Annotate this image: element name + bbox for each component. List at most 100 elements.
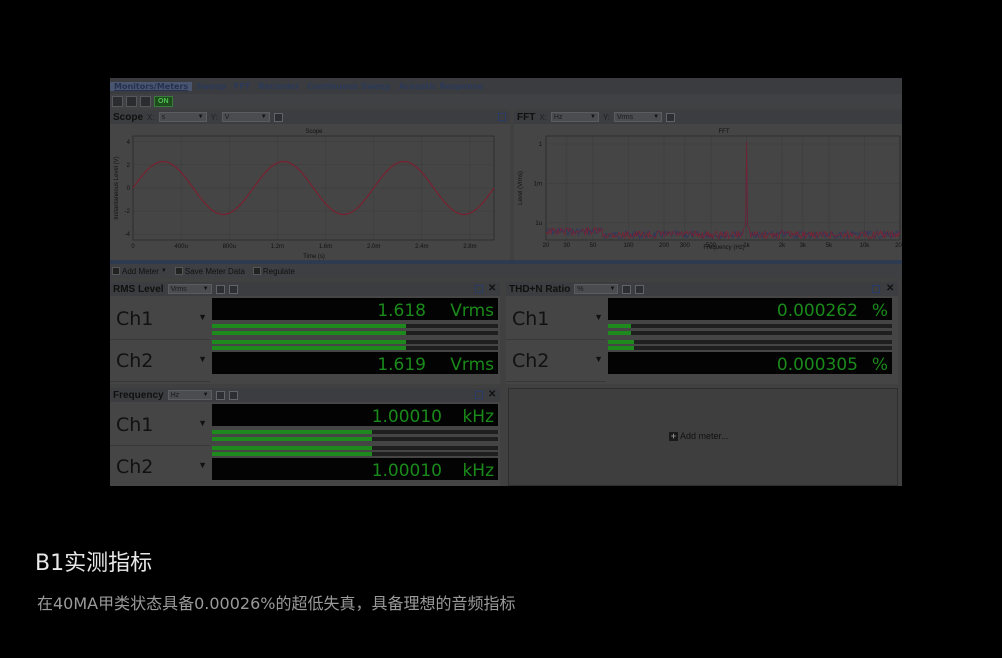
tab-recorder[interactable]: Recorder — [254, 82, 303, 91]
chevron-down-icon: ▼ — [260, 114, 267, 120]
close-icon[interactable]: ✕ — [488, 283, 496, 294]
thdn-ratio-meter: THD+N Ratio % ▼ ✕ Ch1 ▼ 0.000262% Ch2 ▼ 0.0… — [506, 282, 898, 384]
on-toggle-button[interactable]: ON — [154, 95, 173, 107]
popout-icon[interactable] — [872, 285, 880, 293]
chevron-down-icon: ▼ — [594, 354, 603, 364]
thdn-ch1-bar-peak — [608, 331, 892, 335]
fft-x-tick-label: 200 — [659, 243, 670, 249]
fft-x-tick-label: 20k — [895, 243, 902, 249]
fft-y-tick-label: 1m — [534, 181, 542, 187]
rms-ch1-channel-select[interactable]: Ch1 ▼ — [110, 298, 210, 340]
tab-monitors-meters[interactable]: Monitors/Meters — [110, 81, 193, 91]
fft-chart: FFT 2030501002003005001k2k3k5k10k20k 11m… — [518, 129, 902, 251]
scope-y-label: Y: — [210, 112, 218, 122]
fft-y-unit-select[interactable]: Vrms ▼ — [614, 112, 663, 122]
rms-ch2-unit: Vrms — [450, 355, 494, 375]
add-meter-label: Add Meter — [122, 266, 159, 276]
chevron-down-icon: ▼ — [160, 268, 167, 274]
thdn-ch2-row: Ch2 ▼ 0.000305% — [506, 340, 898, 382]
generator-icon[interactable] — [112, 95, 123, 107]
rms-ch1-unit: Vrms — [450, 301, 494, 321]
add-meter-button[interactable]: Add Meter ▼ — [112, 267, 167, 276]
freq-title: Frequency — [113, 389, 164, 401]
display-mode-icon[interactable] — [215, 284, 225, 294]
thdn-ch1-name: Ch1 — [512, 308, 550, 330]
save-meter-data-button[interactable]: Save Meter Data — [174, 267, 245, 276]
freq-unit-select[interactable]: Hz ▼ — [167, 390, 212, 400]
gear-icon[interactable] — [228, 390, 238, 400]
scope-x-label: X: — [147, 112, 155, 122]
tab-acoustic-response[interactable]: Acoustic Response — [395, 82, 487, 91]
fft-y-tick-label: 1u — [535, 221, 542, 227]
freq-ch1-channel-select[interactable]: Ch1 ▼ — [110, 404, 210, 446]
tab-fft[interactable]: FFT — [230, 82, 254, 91]
rms-ch1-bar-peak-fill — [212, 331, 407, 335]
fft-x-axis-label: Frequency (Hz) — [703, 245, 744, 251]
scope-x-tick-label: 0 — [131, 244, 135, 250]
freq-ch1-row: Ch1 ▼ 1.00010 kHz — [110, 404, 500, 446]
scope-header: Scope X: s ▼ Y: V ▼ — [110, 110, 510, 124]
gear-icon[interactable] — [635, 284, 645, 294]
thdn-ch1-channel-select[interactable]: Ch1 ▼ — [506, 298, 606, 340]
fft-plot-frame — [545, 135, 901, 241]
waveform-icon[interactable] — [140, 95, 151, 107]
scope-y-ticks: 4 2 0 -2 -4 — [125, 140, 131, 238]
chevron-down-icon: ▼ — [653, 114, 660, 120]
scope-x-unit-select[interactable]: s ▼ — [158, 112, 207, 122]
fft-grid — [545, 136, 901, 240]
thdn-ch1-row: Ch1 ▼ 0.000262% — [506, 298, 898, 340]
add-meter-placeholder[interactable]: + Add meter... — [669, 431, 729, 441]
tab-sweep[interactable]: Sweep — [192, 82, 230, 91]
gear-icon[interactable] — [273, 112, 283, 122]
freq-ch2-value: 1.00010 — [371, 461, 442, 481]
close-icon[interactable]: ✕ — [488, 389, 496, 400]
chevron-down-icon: ▼ — [198, 354, 207, 364]
scope-x-tick-label: 400u — [174, 244, 187, 250]
gear-icon[interactable] — [666, 112, 676, 122]
save-icon — [174, 267, 183, 275]
freq-ch2-bar-peak-fill — [212, 452, 373, 456]
thdn-ch1-readout: 0.000262% — [608, 298, 892, 321]
freq-ch2-name: Ch2 — [116, 456, 154, 478]
chevron-down-icon: ▼ — [198, 312, 207, 322]
display-mode-icon[interactable] — [622, 284, 632, 294]
thdn-unit: % — [577, 285, 584, 293]
freq-ch1-readout: 1.00010 kHz — [212, 404, 498, 427]
rms-ch1-value: 1.618 — [377, 301, 426, 321]
display-mode-icon[interactable] — [215, 390, 225, 400]
popout-icon[interactable] — [475, 391, 483, 399]
popout-icon[interactable] — [475, 285, 483, 293]
fft-x-unit-select[interactable]: Hz ▼ — [550, 112, 599, 122]
scope-y-unit-select[interactable]: V ▼ — [221, 112, 270, 122]
rms-ch2-channel-select[interactable]: Ch2 ▼ — [110, 340, 210, 382]
gear-icon[interactable] — [228, 284, 238, 294]
rms-unit-select[interactable]: Vrms ▼ — [167, 284, 212, 294]
analyzer-icon[interactable] — [126, 95, 137, 107]
fft-x-tick-label: 20 — [543, 243, 550, 249]
thdn-ch2-channel-select[interactable]: Ch2 ▼ — [506, 340, 606, 382]
thdn-unit-select[interactable]: % ▼ — [574, 284, 619, 294]
scope-x-tick-label: 800u — [223, 244, 236, 250]
rms-unit: Vrms — [170, 285, 187, 293]
scope-y-tick-label: 0 — [127, 186, 131, 192]
plus-icon: + — [669, 430, 678, 441]
add-meter-area[interactable]: + Add meter... — [508, 388, 898, 486]
thdn-header: THD+N Ratio % ▼ — [506, 282, 898, 296]
close-icon[interactable]: ✕ — [886, 283, 894, 294]
popout-icon[interactable] — [498, 113, 506, 121]
thdn-ch1-bar — [608, 324, 892, 328]
tab-continuous-sweep[interactable]: Continuous Sweep — [303, 82, 395, 91]
thdn-ch2-value: 0.000305 — [776, 355, 858, 375]
freq-ch1-bar-fill — [212, 430, 373, 434]
freq-ch2-row: Ch2 ▼ 1.00010 kHz — [110, 446, 500, 486]
regulate-button[interactable]: Regulate — [252, 267, 295, 276]
rms-ch1-bar — [212, 324, 498, 328]
freq-ch2-channel-select[interactable]: Ch2 ▼ — [110, 446, 210, 486]
fft-x-tick-label: 3k — [800, 243, 807, 249]
rms-title: RMS Level — [113, 283, 164, 295]
scope-x-tick-label: 2.0m — [367, 244, 380, 250]
chevron-down-icon: ▼ — [198, 460, 207, 470]
scope-y-tick-label: -2 — [125, 209, 131, 215]
fft-x-tick-label: 30 — [563, 243, 570, 249]
meter-toolbar: Add Meter ▼ Save Meter Data Regulate — [110, 264, 902, 278]
